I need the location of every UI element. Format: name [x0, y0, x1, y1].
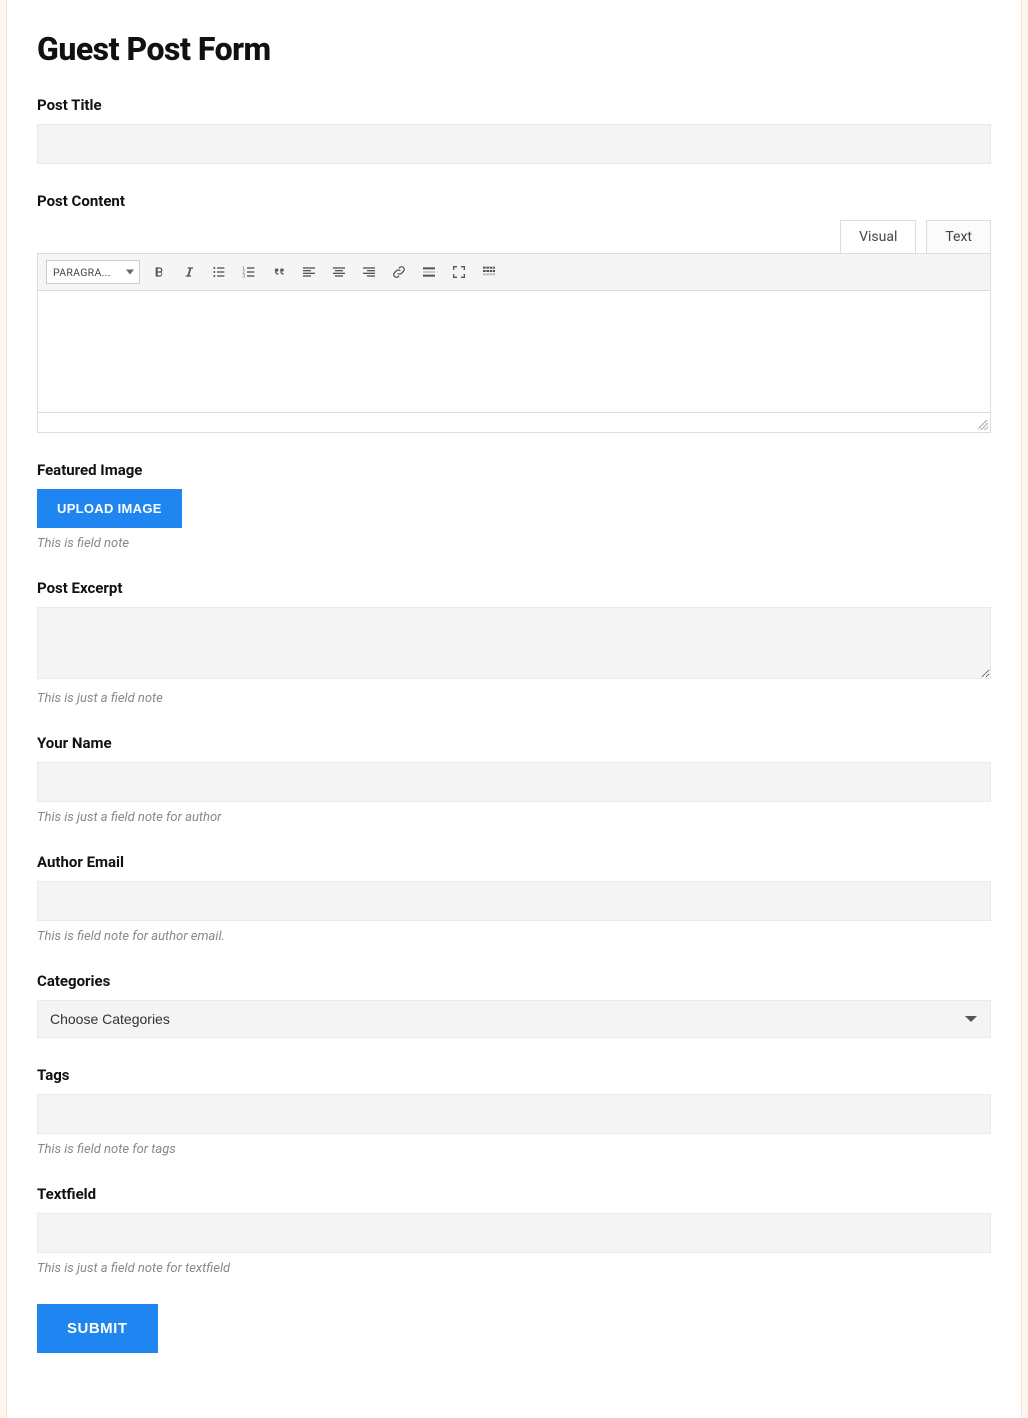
label-post-content: Post Content — [37, 192, 991, 210]
label-post-excerpt: Post Excerpt — [37, 579, 991, 597]
upload-image-button[interactable]: UPLOAD IMAGE — [37, 489, 182, 528]
note-textfield: This is just a field note for textfield — [37, 1261, 991, 1276]
editor-toolbar: PARAGRA... 123 — [37, 253, 991, 291]
input-tags[interactable] — [37, 1094, 991, 1134]
label-categories: Categories — [37, 972, 991, 990]
link-icon[interactable] — [388, 261, 410, 283]
align-right-icon[interactable] — [358, 261, 380, 283]
editor: Visual Text PARAGRA... 123 — [37, 220, 991, 433]
input-author-email[interactable] — [37, 881, 991, 921]
field-post-excerpt: Post Excerpt This is just a field note — [37, 579, 991, 706]
label-post-title: Post Title — [37, 96, 991, 114]
note-tags: This is field note for tags — [37, 1142, 991, 1157]
page-title: Guest Post Form — [37, 30, 991, 68]
note-your-name: This is just a field note for author — [37, 810, 991, 825]
editor-tab-visual[interactable]: Visual — [840, 220, 916, 253]
note-featured-image: This is field note — [37, 536, 991, 551]
field-post-title: Post Title — [37, 96, 991, 164]
input-post-title[interactable] — [37, 124, 991, 164]
editor-statusbar[interactable] — [37, 413, 991, 433]
toolbar-toggle-icon[interactable] — [478, 261, 500, 283]
editor-tabs: Visual Text — [37, 220, 991, 253]
note-post-excerpt: This is just a field note — [37, 691, 991, 706]
field-post-content: Post Content Visual Text PARAGRA... — [37, 192, 991, 433]
select-categories[interactable]: Choose Categories — [37, 1000, 991, 1038]
submit-button[interactable]: SUBMIT — [37, 1304, 158, 1353]
align-left-icon[interactable] — [298, 261, 320, 283]
field-tags: Tags This is field note for tags — [37, 1066, 991, 1157]
input-your-name[interactable] — [37, 762, 991, 802]
read-more-icon[interactable] — [418, 261, 440, 283]
field-author-email: Author Email This is field note for auth… — [37, 853, 991, 944]
label-tags: Tags — [37, 1066, 991, 1084]
input-post-excerpt[interactable] — [37, 607, 991, 679]
form-panel: Guest Post Form Post Title Post Content … — [6, 0, 1022, 1418]
numbered-list-icon[interactable]: 123 — [238, 261, 260, 283]
field-textfield: Textfield This is just a field note for … — [37, 1185, 991, 1276]
label-textfield: Textfield — [37, 1185, 991, 1203]
blockquote-icon[interactable] — [268, 261, 290, 283]
label-author-email: Author Email — [37, 853, 991, 871]
field-submit: SUBMIT — [37, 1304, 991, 1353]
svg-text:3: 3 — [242, 273, 245, 278]
field-featured-image: Featured Image UPLOAD IMAGE This is fiel… — [37, 461, 991, 551]
note-author-email: This is field note for author email. — [37, 929, 991, 944]
label-your-name: Your Name — [37, 734, 991, 752]
input-textfield[interactable] — [37, 1213, 991, 1253]
bold-icon[interactable] — [148, 261, 170, 283]
fullscreen-icon[interactable] — [448, 261, 470, 283]
label-featured-image: Featured Image — [37, 461, 991, 479]
editor-body[interactable] — [37, 291, 991, 413]
field-categories: Categories Choose Categories — [37, 972, 991, 1038]
format-dropdown[interactable]: PARAGRA... — [46, 260, 140, 284]
italic-icon[interactable] — [178, 261, 200, 283]
align-center-icon[interactable] — [328, 261, 350, 283]
editor-tab-text[interactable]: Text — [926, 220, 991, 253]
bullet-list-icon[interactable] — [208, 261, 230, 283]
field-your-name: Your Name This is just a field note for … — [37, 734, 991, 825]
